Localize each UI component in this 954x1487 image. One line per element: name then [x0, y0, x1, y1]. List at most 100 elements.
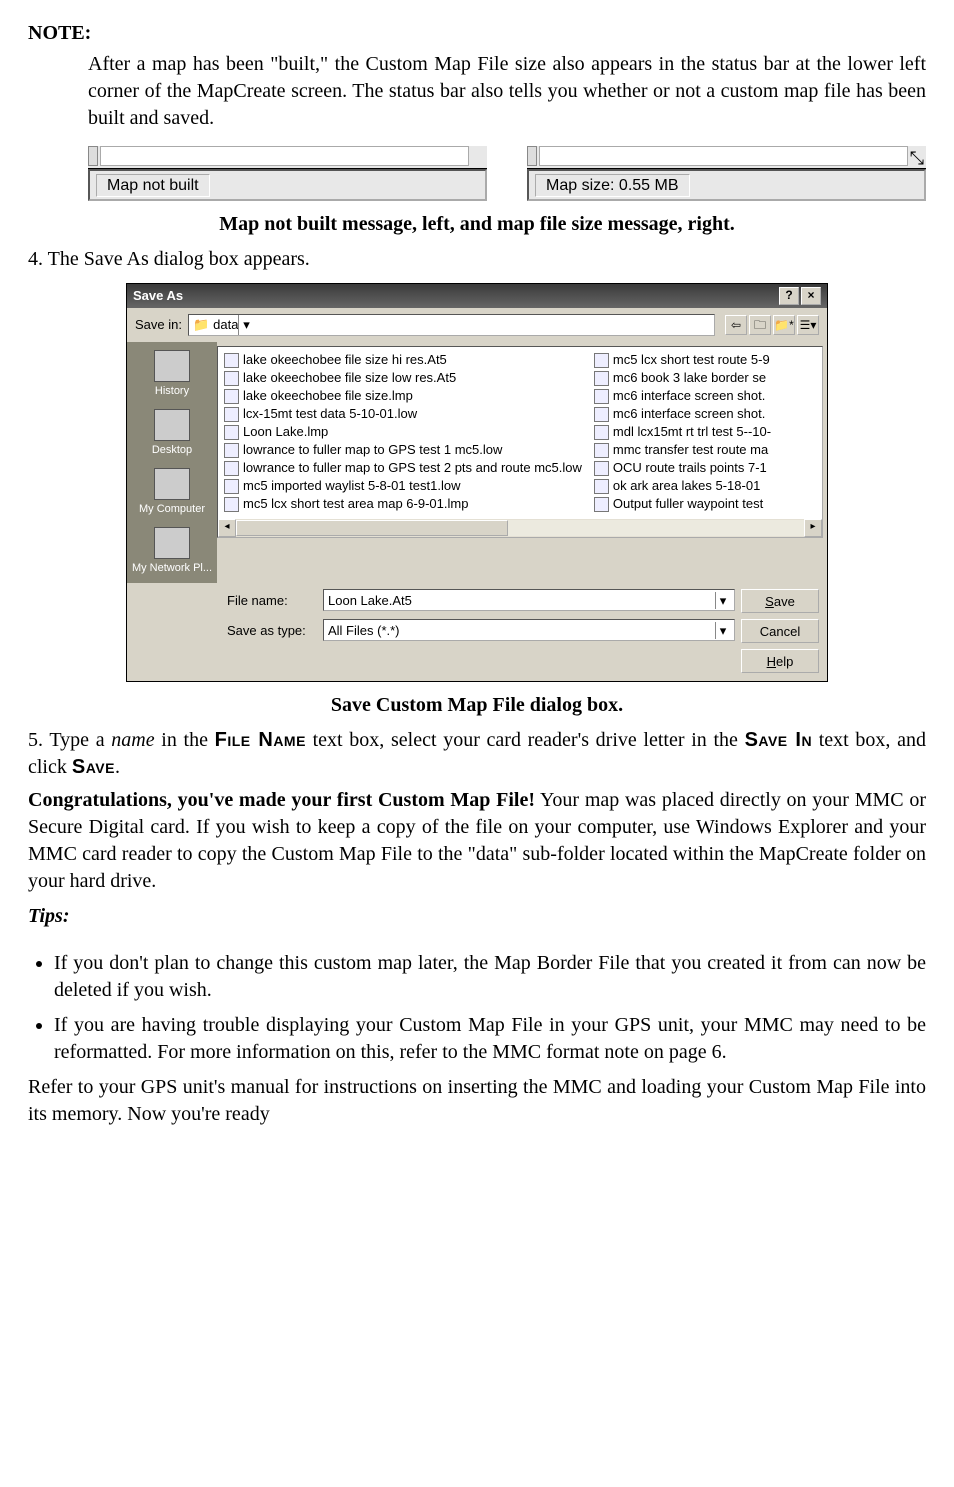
list-item[interactable]: lake okeechobee file size.lmp: [224, 387, 582, 405]
file-icon: [224, 461, 239, 476]
file-label: lcx-15mt test data 5-10-01.low: [243, 405, 417, 423]
list-item[interactable]: lcx-15mt test data 5-10-01.low: [224, 405, 582, 423]
tip-item: If you don't plan to change this custom …: [54, 950, 926, 1004]
chevron-down-icon[interactable]: ▾: [238, 315, 253, 335]
statusbar-top-right: ⤡: [527, 146, 926, 169]
file-label: lake okeechobee file size hi res.At5: [243, 351, 447, 369]
list-item[interactable]: ok ark area lakes 5-18-01: [594, 477, 771, 495]
places-label: History: [155, 384, 189, 399]
file-type-label: Save as type:: [227, 622, 315, 640]
step5-italic-name: name: [111, 729, 154, 751]
scroll-thumb[interactable]: [236, 520, 508, 536]
places-label: Desktop: [152, 443, 192, 458]
places-network[interactable]: My Network Pl...: [132, 527, 212, 576]
list-item[interactable]: mc5 lcx short test area map 6-9-01.lmp: [224, 495, 582, 513]
list-item[interactable]: mc6 interface screen shot.: [594, 405, 771, 423]
file-label: OCU route trails points 7-1: [613, 459, 767, 477]
statusbar-top-left: [88, 146, 487, 169]
back-icon[interactable]: ⇦: [725, 315, 747, 335]
scroll-left-icon[interactable]: ◂: [218, 519, 236, 537]
file-type-value: All Files (*.*): [328, 622, 400, 640]
places-desktop[interactable]: Desktop: [152, 409, 192, 458]
dialog-body: History Desktop My Computer My Network P…: [127, 342, 827, 583]
tips-heading: Tips:: [28, 903, 926, 930]
file-col-1: lake okeechobee file size hi res.At5 lak…: [218, 347, 588, 517]
statusbar-blank: [100, 146, 469, 166]
tip-item: If you are having trouble displaying you…: [54, 1012, 926, 1066]
list-item[interactable]: mmc transfer test route ma: [594, 441, 771, 459]
new-folder-icon[interactable]: 📁*: [773, 315, 795, 335]
file-name-input[interactable]: Loon Lake.At5 ▾: [323, 589, 735, 611]
list-item[interactable]: Loon Lake.lmp: [224, 423, 582, 441]
help-button[interactable]: Help: [741, 649, 819, 673]
file-label: Output fuller waypoint test: [613, 495, 763, 513]
list-item[interactable]: mc5 lcx short test route 5-9: [594, 351, 771, 369]
list-item[interactable]: mc6 book 3 lake border se: [594, 369, 771, 387]
list-item[interactable]: mc6 interface screen shot.: [594, 387, 771, 405]
list-item[interactable]: Output fuller waypoint test: [594, 495, 771, 513]
chevron-down-icon[interactable]: ▾: [715, 622, 730, 640]
list-item[interactable]: lowrance to fuller map to GPS test 2 pts…: [224, 459, 582, 477]
views-icon[interactable]: ☰▾: [797, 315, 819, 335]
map-size-text: Map size: 0.55 MB: [535, 174, 690, 197]
file-label: mdl lcx15mt rt trl test 5--10-: [613, 423, 771, 441]
congrats-paragraph: Congratulations, you've made your first …: [28, 787, 926, 895]
file-name-smallcaps: File Name: [215, 729, 306, 751]
file-icon: [594, 479, 609, 494]
file-type-input[interactable]: All Files (*.*) ▾: [323, 619, 735, 641]
file-icon: [594, 407, 609, 422]
file-list[interactable]: lake okeechobee file size hi res.At5 lak…: [217, 346, 823, 538]
list-item[interactable]: lowrance to fuller map to GPS test 1 mc5…: [224, 441, 582, 459]
cancel-button[interactable]: Cancel: [741, 619, 819, 643]
statusbar-bottom-right: Map size: 0.55 MB: [527, 169, 926, 201]
dialog-toolbar: ⇦ 🗀 📁* ☰▾: [725, 315, 819, 335]
list-item[interactable]: mdl lcx15mt rt trl test 5--10-: [594, 423, 771, 441]
file-name-value: Loon Lake.At5: [328, 592, 412, 610]
file-label: mmc transfer test route ma: [613, 441, 768, 459]
file-name-label: File name:: [227, 592, 315, 610]
chevron-down-icon[interactable]: ▾: [715, 592, 730, 610]
horizontal-scrollbar[interactable]: ◂ ▸: [218, 519, 822, 537]
save-in-combo[interactable]: 📁 data ▾: [188, 314, 715, 336]
statusbar-blank: [539, 146, 908, 166]
scroll-track[interactable]: [236, 520, 804, 536]
file-icon: [594, 353, 609, 368]
list-item[interactable]: mc5 imported waylist 5-8-01 test1.low: [224, 477, 582, 495]
file-icon: [594, 443, 609, 458]
note-body: After a map has been "built," the Custom…: [88, 51, 926, 132]
save-in-smallcaps: Save In: [745, 729, 813, 751]
file-icon: [224, 371, 239, 386]
save-in-value: data: [213, 316, 238, 334]
file-icon: [594, 371, 609, 386]
list-item[interactable]: lake okeechobee file size low res.At5: [224, 369, 582, 387]
file-label: ok ark area lakes 5-18-01: [613, 477, 760, 495]
list-item[interactable]: lake okeechobee file size hi res.At5: [224, 351, 582, 369]
file-icon: [224, 407, 239, 422]
mycomputer-icon: [154, 468, 190, 500]
scroll-right-icon[interactable]: ▸: [804, 519, 822, 537]
file-icon: [224, 479, 239, 494]
places-label: My Network Pl...: [132, 561, 212, 576]
save-in-row: Save in: 📁 data ▾ ⇦ 🗀 📁* ☰▾: [127, 308, 827, 342]
close-titlebar-button[interactable]: ×: [801, 287, 821, 305]
step5-text: .: [115, 756, 120, 778]
file-label: mc6 book 3 lake border se: [613, 369, 766, 387]
resize-grip-icon: ⤡: [910, 146, 924, 170]
file-label: mc6 interface screen shot.: [613, 405, 765, 423]
places-history[interactable]: History: [154, 350, 190, 399]
statusbar-bottom-left: Map not built: [88, 169, 487, 201]
file-icon: [224, 353, 239, 368]
places-bar: History Desktop My Computer My Network P…: [127, 342, 217, 583]
places-mycomputer[interactable]: My Computer: [139, 468, 205, 517]
file-icon: [224, 425, 239, 440]
file-icon: [594, 461, 609, 476]
up-folder-icon[interactable]: 🗀: [749, 315, 771, 335]
list-item[interactable]: OCU route trails points 7-1: [594, 459, 771, 477]
dialog-bottom: File name: Loon Lake.At5 ▾ Save as type:…: [127, 583, 827, 681]
desktop-icon: [154, 409, 190, 441]
places-label: My Computer: [139, 502, 205, 517]
help-titlebar-button[interactable]: ?: [779, 287, 799, 305]
help-button-rest: elp: [776, 654, 793, 669]
file-label: mc5 lcx short test area map 6-9-01.lmp: [243, 495, 468, 513]
save-button[interactable]: Save: [741, 589, 819, 613]
